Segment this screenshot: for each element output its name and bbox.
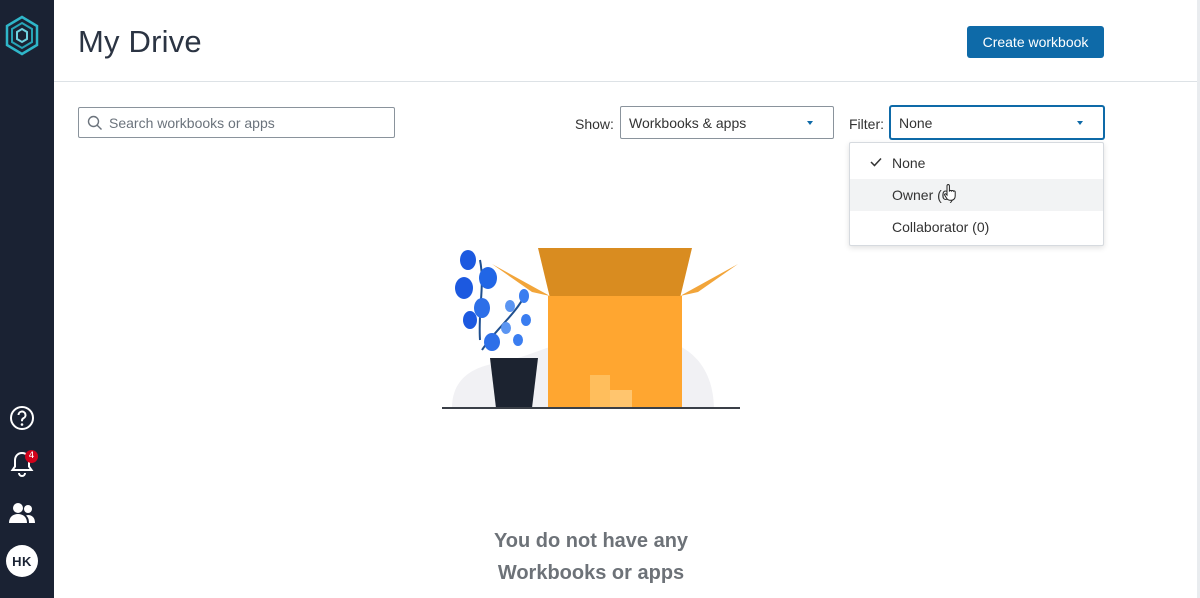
- help-icon[interactable]: [6, 402, 38, 434]
- search-box[interactable]: [78, 107, 395, 138]
- filter-option-label: Collaborator (0): [892, 219, 990, 235]
- empty-state-line-1: You do not have any: [493, 530, 689, 552]
- show-select-value: Workbooks & apps: [629, 114, 747, 131]
- show-select[interactable]: Workbooks & apps: [620, 106, 834, 139]
- filter-select-value: None: [899, 114, 933, 131]
- logo-icon[interactable]: [4, 14, 40, 58]
- page-header: My Drive Create workbook: [54, 0, 1200, 82]
- check-icon: [870, 157, 882, 167]
- filter-option-label: None: [892, 155, 926, 171]
- app-window: 4 HK My Drive Create workbook Show: Work…: [0, 0, 1200, 598]
- create-workbook-button[interactable]: Create workbook: [967, 26, 1104, 58]
- search-icon: [87, 115, 102, 130]
- filter-option-none[interactable]: None: [850, 147, 1103, 179]
- users-icon[interactable]: [6, 497, 38, 529]
- empty-box-illustration: [442, 248, 740, 409]
- show-label: Show:: [575, 116, 614, 132]
- caret-down-icon: [807, 121, 813, 125]
- empty-state-line-2: Workbooks or apps: [497, 562, 685, 584]
- search-input[interactable]: [109, 114, 379, 131]
- filter-option-collaborator[interactable]: Collaborator (0): [850, 211, 1103, 243]
- filter-select[interactable]: None: [890, 106, 1104, 139]
- notification-badge: 4: [25, 450, 38, 463]
- filter-option-owner[interactable]: Owner (0): [850, 179, 1103, 211]
- sidebar: 4 HK: [0, 0, 54, 598]
- filter-label: Filter:: [849, 116, 884, 132]
- filter-dropdown-menu: None Owner (0) Collaborator (0): [849, 142, 1104, 246]
- avatar[interactable]: HK: [6, 545, 38, 577]
- hand-cursor-icon: [944, 184, 956, 201]
- page-title: My Drive: [78, 24, 202, 59]
- caret-down-icon: [1077, 121, 1083, 125]
